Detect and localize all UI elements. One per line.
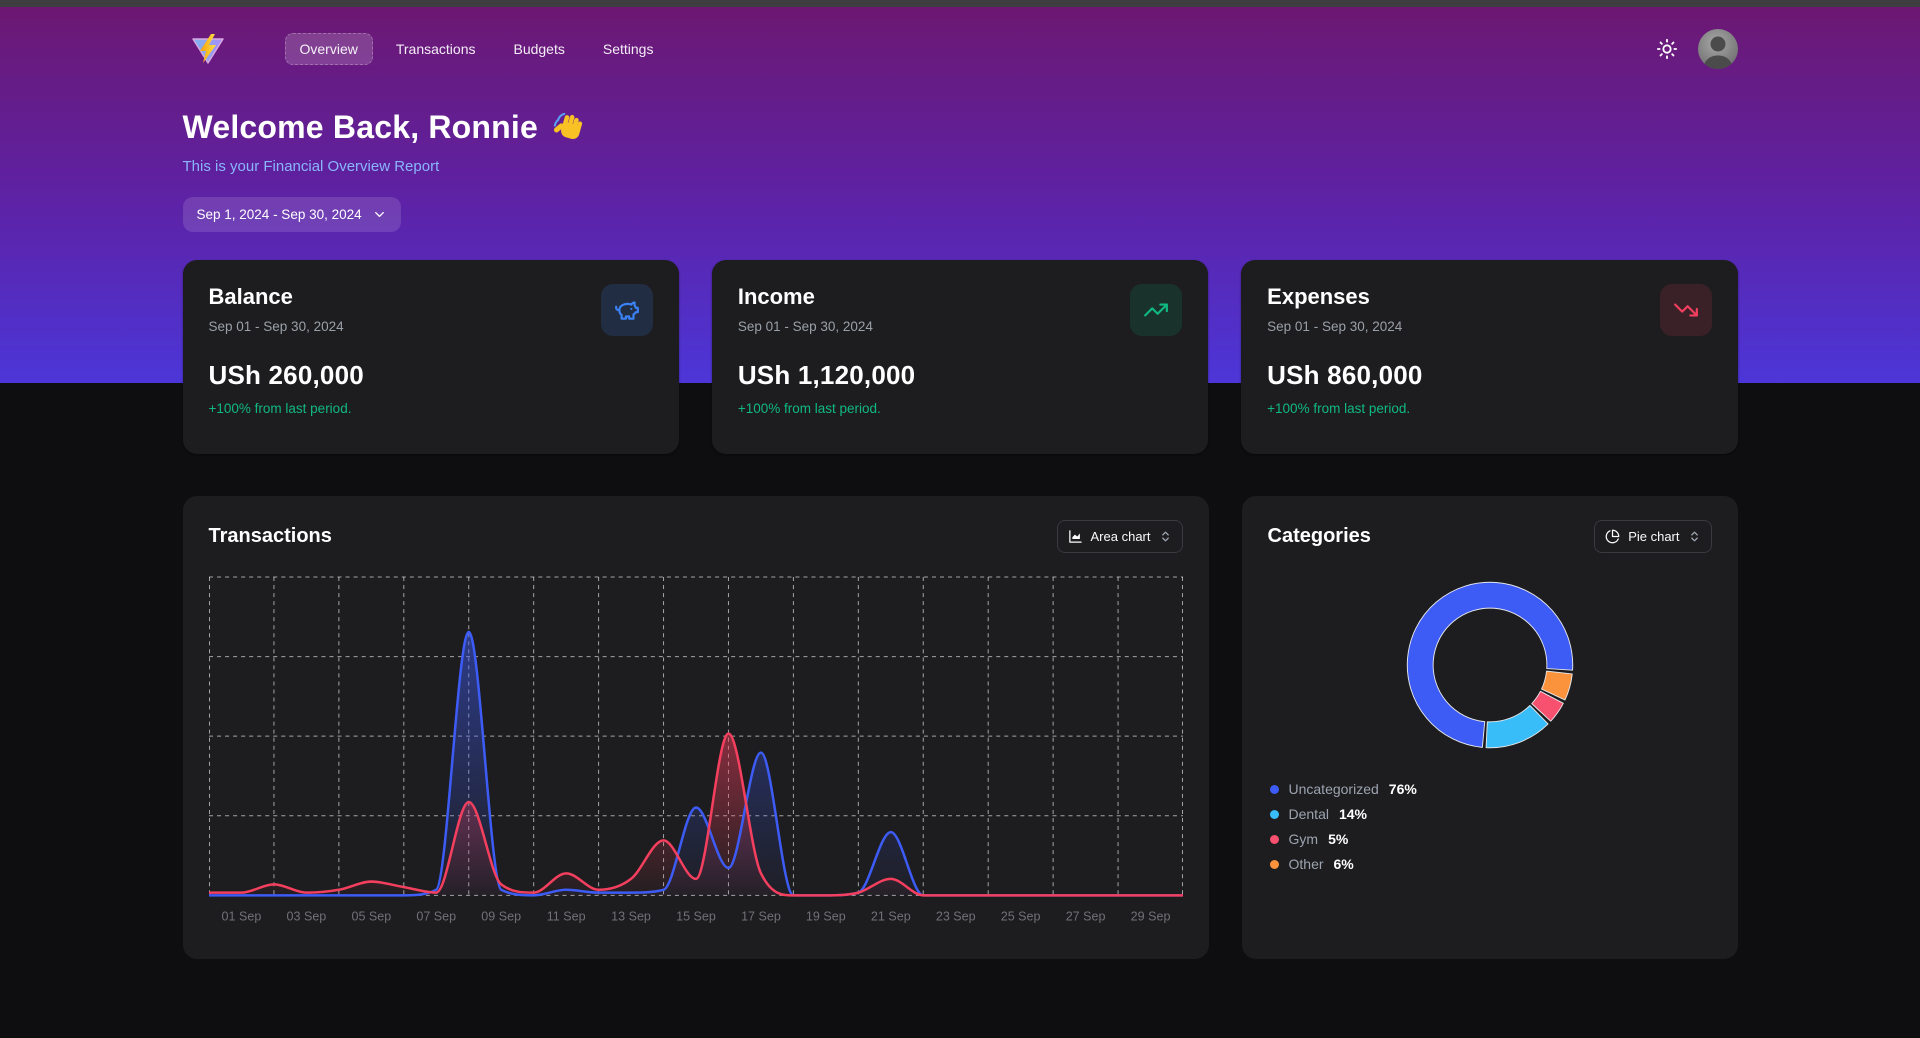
balance-value: USh 260,000	[209, 360, 653, 391]
svg-text:19 Sep: 19 Sep	[805, 909, 845, 923]
date-range-value: Sep 1, 2024 - Sep 30, 2024	[197, 207, 362, 222]
balance-card-title: Balance	[209, 284, 344, 310]
piggy-bank-icon	[614, 297, 640, 323]
nav-item-settings[interactable]: Settings	[588, 33, 669, 65]
app-logo[interactable]	[189, 32, 227, 66]
transactions-chart-type-select[interactable]: Area chart	[1057, 520, 1183, 553]
svg-text:15 Sep: 15 Sep	[676, 909, 716, 923]
categories-chart-type-select[interactable]: Pie chart	[1594, 520, 1711, 553]
legend-label: Uncategorized	[1289, 781, 1379, 797]
legend-dot-dental	[1270, 810, 1279, 819]
svg-text:09 Sep: 09 Sep	[481, 909, 521, 923]
income-card-title: Income	[738, 284, 873, 310]
transactions-panel: Transactions Area chart 01 Sep 03 Sep 05 S…	[183, 496, 1209, 959]
nav-menu: Overview Transactions Budgets Settings	[285, 33, 669, 65]
svg-text:03 Sep: 03 Sep	[286, 909, 326, 923]
svg-text:13 Sep: 13 Sep	[611, 909, 651, 923]
sun-icon	[1656, 38, 1678, 60]
legend-label: Other	[1289, 856, 1324, 872]
income-delta: +100% from last period.	[738, 401, 1182, 416]
legend-item-uncategorized: Uncategorized 76%	[1270, 781, 1712, 797]
transactions-chart-type-value: Area chart	[1091, 529, 1151, 544]
trending-down-icon	[1673, 297, 1699, 323]
avatar-photo	[1698, 29, 1738, 69]
svg-text:23 Sep: 23 Sep	[935, 909, 975, 923]
balance-card-period: Sep 01 - Sep 30, 2024	[209, 319, 344, 334]
expenses-card-title: Expenses	[1267, 284, 1402, 310]
window-top-strip	[0, 0, 1920, 7]
income-card: Income Sep 01 - Sep 30, 2024 USh 1,120,0…	[712, 260, 1208, 454]
categories-donut-chart	[1396, 571, 1584, 759]
legend-label: Dental	[1289, 806, 1329, 822]
legend-dot-gym	[1270, 835, 1279, 844]
svg-text:11 Sep: 11 Sep	[546, 909, 585, 923]
legend-item-other: Other 6%	[1270, 856, 1712, 872]
area-chart-icon	[1068, 529, 1083, 544]
nav-item-overview[interactable]: Overview	[285, 33, 373, 65]
svg-text:29 Sep: 29 Sep	[1130, 909, 1170, 923]
legend-pct: 76%	[1389, 781, 1417, 797]
user-avatar[interactable]	[1698, 29, 1738, 69]
legend-pct: 5%	[1328, 831, 1348, 847]
date-range-filter-button[interactable]: Sep 1, 2024 - Sep 30, 2024	[183, 197, 401, 232]
svg-text:05 Sep: 05 Sep	[351, 909, 391, 923]
expenses-value: USh 860,000	[1267, 360, 1711, 391]
transactions-area-chart: 01 Sep 03 Sep 05 Sep 07 Sep 09 Sep 11 Sep 13 S…	[209, 573, 1183, 928]
legend-dot-other	[1270, 860, 1279, 869]
legend-pct: 14%	[1339, 806, 1367, 822]
categories-panel: Categories Pie chart Uncategorized	[1242, 496, 1738, 959]
income-value: USh 1,120,000	[738, 360, 1182, 391]
legend-label: Gym	[1289, 831, 1319, 847]
income-card-period: Sep 01 - Sep 30, 2024	[738, 319, 873, 334]
legend-item-dental: Dental 14%	[1270, 806, 1712, 822]
svg-text:25 Sep: 25 Sep	[1000, 909, 1040, 923]
expenses-delta: +100% from last period.	[1267, 401, 1711, 416]
balance-icon-box	[601, 284, 653, 336]
svg-text:17 Sep: 17 Sep	[741, 909, 781, 923]
income-icon-box	[1130, 284, 1182, 336]
theme-toggle-button[interactable]	[1656, 38, 1678, 60]
waving-hand-icon	[552, 111, 586, 145]
trending-up-icon	[1143, 297, 1169, 323]
top-navigation: Overview Transactions Budgets Settings	[183, 7, 1738, 69]
legend-dot-uncategorized	[1270, 785, 1279, 794]
svg-text:01 Sep: 01 Sep	[221, 909, 261, 923]
summary-cards-row: Balance Sep 01 - Sep 30, 2024 USh 260,00…	[183, 260, 1738, 454]
balance-delta: +100% from last period.	[209, 401, 653, 416]
balance-card: Balance Sep 01 - Sep 30, 2024 USh 260,00…	[183, 260, 679, 454]
logo-triangle-bolt-icon	[189, 32, 227, 66]
nav-item-budgets[interactable]: Budgets	[498, 33, 579, 65]
svg-text:27 Sep: 27 Sep	[1065, 909, 1105, 923]
legend-item-gym: Gym 5%	[1270, 831, 1712, 847]
page-title: Welcome Back, Ronnie	[183, 109, 539, 146]
transactions-panel-title: Transactions	[209, 525, 332, 548]
svg-text:21 Sep: 21 Sep	[870, 909, 910, 923]
categories-panel-title: Categories	[1268, 525, 1371, 548]
svg-text:07 Sep: 07 Sep	[416, 909, 456, 923]
categories-legend: Uncategorized 76% Dental 14% Gym 5% Othe…	[1268, 781, 1712, 872]
chevrons-up-down-icon	[1688, 530, 1701, 543]
chevrons-up-down-icon	[1159, 530, 1172, 543]
legend-pct: 6%	[1334, 856, 1354, 872]
pie-chart-icon	[1605, 529, 1620, 544]
nav-item-transactions[interactable]: Transactions	[381, 33, 491, 65]
chevron-down-icon	[372, 207, 387, 222]
expenses-icon-box	[1660, 284, 1712, 336]
page-subtitle: This is your Financial Overview Report	[183, 158, 1738, 175]
expenses-card-period: Sep 01 - Sep 30, 2024	[1267, 319, 1402, 334]
expenses-card: Expenses Sep 01 - Sep 30, 2024 USh 860,0…	[1241, 260, 1737, 454]
categories-chart-type-value: Pie chart	[1628, 529, 1679, 544]
